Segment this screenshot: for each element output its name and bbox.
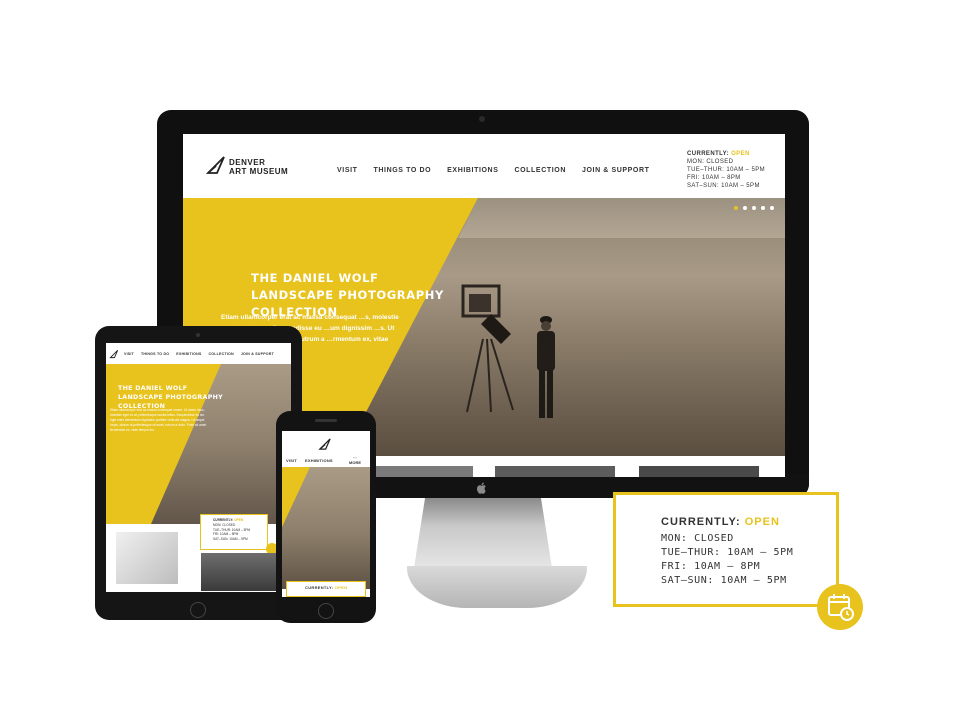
nav-collection[interactable]: COLLECTION bbox=[514, 167, 566, 174]
tablet-hero: THE DANIEL WOLF LANDSCAPE PHOTOGRAPHY CO… bbox=[106, 364, 291, 524]
mobile-website: VISIT EXHIBITIONS ··· MORE CURRENTLY: OP… bbox=[282, 431, 370, 597]
callout-status-line: CURRENTLY: OPEN bbox=[661, 516, 780, 528]
slider-dot[interactable] bbox=[761, 206, 765, 210]
nav-collection[interactable]: COLLECTION bbox=[208, 352, 233, 356]
speaker-grille bbox=[315, 419, 337, 422]
slider-dots bbox=[734, 206, 774, 210]
hours-line: FRI: 10AM – 8PM bbox=[661, 561, 761, 572]
mobile-nav: VISIT EXHIBITIONS bbox=[286, 458, 333, 463]
tablet-hours-card: CURRENTLY: OPEN MON: CLOSED TUE–THUR: 10… bbox=[200, 514, 268, 550]
imac-stand bbox=[414, 498, 552, 568]
hours-line: MON: CLOSED bbox=[661, 533, 734, 544]
logo-line-2: ART MUSEUM bbox=[229, 167, 289, 176]
slider-dot[interactable] bbox=[752, 206, 756, 210]
hours-line: TUE–THUR: 10AM – 5PM bbox=[687, 167, 766, 173]
camera-icon bbox=[479, 116, 485, 122]
hours-line: TUE–THUR: 10AM – 5PM bbox=[661, 547, 794, 558]
gallery-thumbnail[interactable] bbox=[495, 466, 615, 477]
hours-line: SAT–SUN: 10AM – 5PM bbox=[687, 183, 760, 189]
tablet-nav: VISIT THINGS TO DO EXHIBITIONS COLLECTIO… bbox=[124, 352, 274, 356]
currently-label: CURRENTLY: bbox=[305, 585, 334, 590]
nav-things-to-do[interactable]: THINGS TO DO bbox=[374, 167, 432, 174]
sculpture-thumbnail[interactable] bbox=[116, 532, 178, 584]
hero-photo bbox=[282, 467, 370, 589]
nav-exhibitions[interactable]: EXHIBITIONS bbox=[176, 352, 201, 356]
nav-visit[interactable]: VISIT bbox=[124, 352, 134, 356]
hero-body: Etiam ullamcorper erat ac massa consequa… bbox=[110, 408, 207, 432]
slider-dot[interactable] bbox=[743, 206, 747, 210]
logo-line-1: DENVER bbox=[229, 158, 266, 167]
open-status: OPEN bbox=[744, 516, 780, 528]
header-hours: CURRENTLY: OPEN MON: CLOSED TUE–THUR: 10… bbox=[687, 150, 765, 190]
site-logo-text[interactable]: DENVER ART MUSEUM bbox=[229, 158, 288, 176]
dam-logo-icon[interactable] bbox=[318, 437, 332, 451]
hours-line: SAT–SUN: 10AM – 5PM bbox=[661, 575, 787, 586]
currently-label: CURRENTLY: bbox=[661, 516, 741, 528]
open-status: OPEN bbox=[334, 585, 348, 590]
slider-dot[interactable] bbox=[770, 206, 774, 210]
hours-status-line: CURRENTLY: OPEN bbox=[687, 150, 765, 158]
camera-icon bbox=[196, 333, 200, 337]
nav-join-support[interactable]: JOIN & SUPPORT bbox=[241, 352, 274, 356]
gallery-thumbnail[interactable] bbox=[373, 466, 473, 477]
hero-title: THE DANIEL WOLF LANDSCAPE PHOTOGRAPHY CO… bbox=[118, 385, 224, 410]
home-button[interactable] bbox=[190, 602, 206, 618]
hero-photo-sky bbox=[458, 198, 785, 238]
dam-logo-icon[interactable] bbox=[109, 349, 119, 359]
tablet-website: VISIT THINGS TO DO EXHIBITIONS COLLECTIO… bbox=[106, 343, 291, 592]
mobile-hours-bar[interactable]: CURRENTLY: OPEN bbox=[286, 581, 366, 597]
nav-visit[interactable]: VISIT bbox=[337, 167, 358, 174]
nav-visit[interactable]: VISIT bbox=[286, 458, 297, 463]
camera-tripod-image bbox=[461, 284, 514, 413]
open-status: OPEN bbox=[234, 518, 244, 522]
nav-things-to-do[interactable]: THINGS TO DO bbox=[141, 352, 169, 356]
calendar-clock-icon[interactable] bbox=[817, 584, 863, 630]
mobile-hero bbox=[282, 467, 370, 589]
photo-thumbnail[interactable] bbox=[201, 553, 286, 591]
nav-exhibitions[interactable]: EXHIBITIONS bbox=[305, 458, 333, 463]
slider-dot[interactable] bbox=[734, 206, 738, 210]
imac-stand-base bbox=[407, 566, 587, 608]
home-button[interactable] bbox=[318, 603, 334, 619]
nav-exhibitions[interactable]: EXHIBITIONS bbox=[447, 167, 498, 174]
nav-join-support[interactable]: JOIN & SUPPORT bbox=[582, 167, 650, 174]
gallery-thumbnail[interactable] bbox=[639, 466, 759, 477]
open-status: OPEN bbox=[731, 151, 750, 157]
apple-logo-icon bbox=[477, 482, 486, 494]
site-header: DENVER ART MUSEUM VISIT THINGS TO DO EXH… bbox=[183, 134, 785, 198]
hours-line: FRI: 10AM – 8PM bbox=[687, 175, 741, 181]
more-menu[interactable]: ··· MORE bbox=[349, 455, 361, 465]
dam-logo-icon[interactable] bbox=[205, 154, 227, 176]
currently-label: CURRENTLY: bbox=[213, 518, 234, 522]
more-label: MORE bbox=[349, 460, 361, 465]
currently-label: CURRENTLY: bbox=[687, 151, 730, 157]
hours-line: SAT–SUN: 10AM – 5PM bbox=[213, 537, 248, 542]
hours-line: MON: CLOSED bbox=[687, 159, 734, 165]
photographer-figure-image bbox=[537, 316, 555, 418]
main-nav: VISIT THINGS TO DO EXHIBITIONS COLLECTIO… bbox=[337, 167, 650, 174]
